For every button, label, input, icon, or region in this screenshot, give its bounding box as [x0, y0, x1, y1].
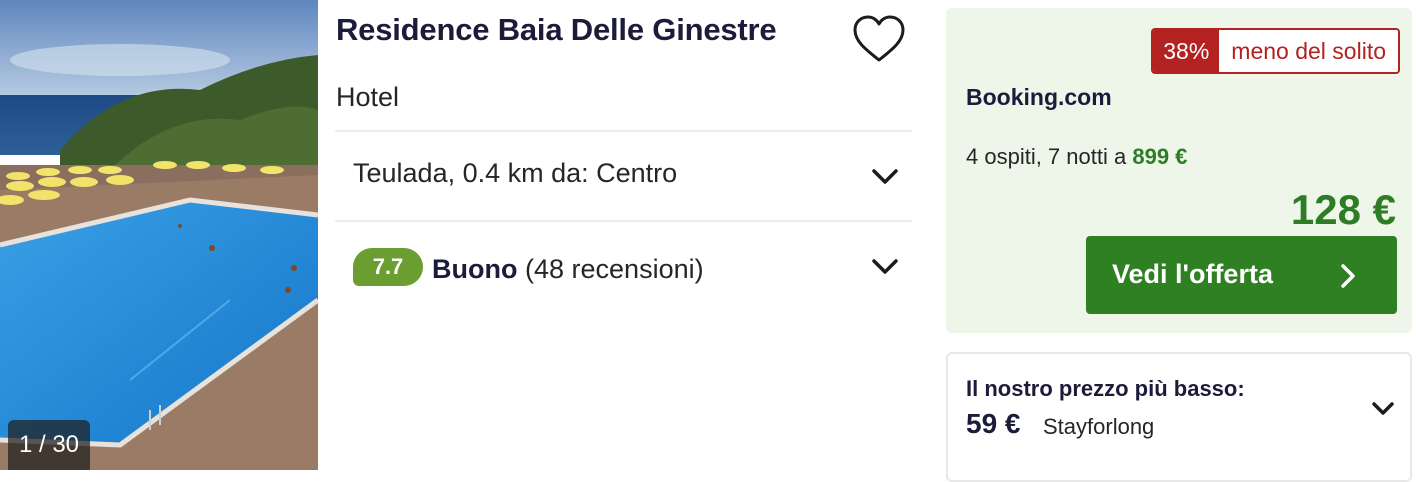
stay-text: 4 ospiti, 7 notti a — [966, 144, 1127, 169]
chevron-down-icon — [872, 169, 898, 184]
property-type: Hotel — [336, 82, 400, 112]
pool-image — [0, 0, 318, 470]
deal-provider: Booking.com — [966, 84, 1112, 110]
discount-badge: 38% meno del solito — [1151, 28, 1400, 74]
review-count: (48 recensioni) — [525, 254, 704, 284]
location-text: Teulada, 0.4 km da: Centro — [353, 158, 678, 188]
chevron-right-icon — [1341, 264, 1355, 288]
rating-row[interactable]: 7.7 Buono (48 recensioni) — [335, 222, 912, 310]
lowest-price-provider: Stayforlong — [1043, 414, 1155, 439]
chevron-down-icon — [872, 259, 898, 274]
hotel-info: Residence Baia Delle Ginestre Hotel Teul… — [335, 0, 912, 470]
view-deal-button[interactable]: Vedi l'offerta — [1086, 236, 1397, 314]
nightly-price: 128 € — [1290, 186, 1396, 233]
rating-label: Buono — [432, 254, 518, 284]
chevron-down-icon — [1372, 402, 1394, 415]
stay-total: 899 € — [1132, 144, 1188, 169]
rating-summary: Buono (48 recensioni) — [432, 254, 704, 285]
discount-text: meno del solito — [1219, 30, 1398, 72]
lowest-price-panel[interactable]: Il nostro prezzo più basso: 59 € Stayfor… — [946, 352, 1412, 482]
discount-percent: 38% — [1153, 30, 1220, 72]
hotel-photo[interactable]: 1 / 30 — [0, 0, 318, 470]
location-row[interactable]: Teulada, 0.4 km da: Centro — [335, 132, 912, 220]
heart-icon[interactable] — [851, 14, 907, 64]
hotel-name[interactable]: Residence Baia Delle Ginestre — [336, 12, 777, 48]
stay-details: 4 ospiti, 7 notti a 899 € — [966, 144, 1187, 170]
lowest-price-value: 59 € — [966, 408, 1021, 439]
rating-score-badge: 7.7 — [353, 248, 423, 286]
best-deal-panel: 38% meno del solito Booking.com 4 ospiti… — [946, 8, 1412, 333]
lowest-price-label: Il nostro prezzo più basso: — [966, 376, 1245, 401]
view-deal-label: Vedi l'offerta — [1112, 259, 1273, 289]
photo-counter: 1 / 30 — [8, 420, 90, 470]
